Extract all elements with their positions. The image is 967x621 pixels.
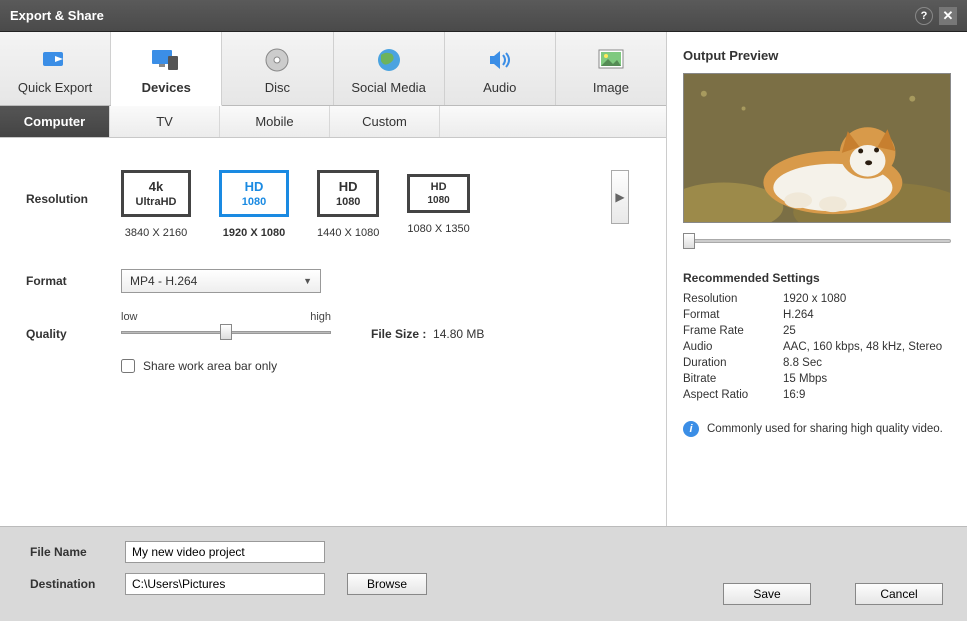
tip-text: Commonly used for sharing high quality v… <box>707 423 943 435</box>
sub-tabs: Computer TV Mobile Custom <box>0 106 666 138</box>
close-button[interactable]: ✕ <box>939 7 957 25</box>
preview-title: Output Preview <box>683 48 951 63</box>
destination-input[interactable] <box>125 573 325 595</box>
main-tabs: Quick Export Devices Disc <box>0 32 666 106</box>
subtab-mobile[interactable]: Mobile <box>220 106 330 137</box>
resolution-card-1080[interactable]: HD1080 1080 X 1350 <box>407 174 469 235</box>
disc-icon <box>222 46 332 74</box>
preview-panel: Output Preview <box>667 32 967 526</box>
browse-button[interactable]: Browse <box>347 573 427 595</box>
subtab-computer[interactable]: Computer <box>0 106 110 137</box>
tab-quick-export[interactable]: Quick Export <box>0 32 111 105</box>
subtab-tv[interactable]: TV <box>110 106 220 137</box>
image-icon <box>556 46 666 74</box>
share-workarea-label: Share work area bar only <box>143 359 277 373</box>
globe-icon <box>334 46 444 74</box>
cancel-button[interactable]: Cancel <box>855 583 943 605</box>
quality-high-label: high <box>310 311 331 323</box>
settings-panel: Resolution 4kUltraHD 3840 X 2160 HD1080 … <box>0 138 666 526</box>
filename-input[interactable] <box>125 541 325 563</box>
tab-label: Disc <box>222 80 332 95</box>
info-icon: i <box>683 421 699 437</box>
tab-label: Quick Export <box>0 80 110 95</box>
quick-export-icon <box>0 46 110 74</box>
tab-label: Audio <box>445 80 555 95</box>
window-title: Export & Share <box>10 8 909 23</box>
tip-row: i Commonly used for sharing high quality… <box>683 421 951 437</box>
quality-low-label: low <box>121 311 138 323</box>
format-label: Format <box>26 274 121 288</box>
tab-devices[interactable]: Devices <box>111 32 222 106</box>
filename-label: File Name <box>30 545 125 559</box>
tab-label: Devices <box>111 80 221 95</box>
tab-disc[interactable]: Disc <box>222 32 333 105</box>
tab-audio[interactable]: Audio <box>445 32 556 105</box>
destination-label: Destination <box>30 577 125 591</box>
format-value: MP4 - H.264 <box>130 274 197 288</box>
recommended-title: Recommended Settings <box>683 271 951 285</box>
help-button[interactable]: ? <box>915 7 933 25</box>
devices-icon <box>111 46 221 74</box>
audio-icon <box>445 46 555 74</box>
tab-image[interactable]: Image <box>556 32 666 105</box>
titlebar: Export & Share ? ✕ <box>0 0 967 32</box>
recommended-settings: Recommended Settings Resolution1920 x 10… <box>683 271 951 403</box>
quality-slider[interactable] <box>121 323 331 341</box>
resolution-card-1440[interactable]: HD1080 1440 X 1080 <box>317 170 379 239</box>
tab-label: Image <box>556 80 666 95</box>
format-select[interactable]: MP4 - H.264 <box>121 269 321 293</box>
quality-label: Quality <box>26 327 121 341</box>
share-workarea-checkbox[interactable] <box>121 359 135 373</box>
tab-social-media[interactable]: Social Media <box>334 32 445 105</box>
preview-image <box>683 73 951 223</box>
filesize-readout: File Size : 14.80 MB <box>371 327 484 341</box>
bottom-bar: File Name Destination Browse Save Cancel <box>0 526 967 621</box>
subtab-custom[interactable]: Custom <box>330 106 440 137</box>
preview-slider[interactable] <box>683 233 951 249</box>
resolution-card-4k[interactable]: 4kUltraHD 3840 X 2160 <box>121 170 191 239</box>
tab-label: Social Media <box>334 80 444 95</box>
resolution-next-button[interactable]: ▶ <box>611 170 629 224</box>
save-button[interactable]: Save <box>723 583 811 605</box>
resolution-card-1920[interactable]: HD1080 1920 X 1080 <box>219 170 289 239</box>
resolution-cards: 4kUltraHD 3840 X 2160 HD1080 1920 X 1080… <box>121 170 611 239</box>
resolution-label: Resolution <box>26 192 121 206</box>
